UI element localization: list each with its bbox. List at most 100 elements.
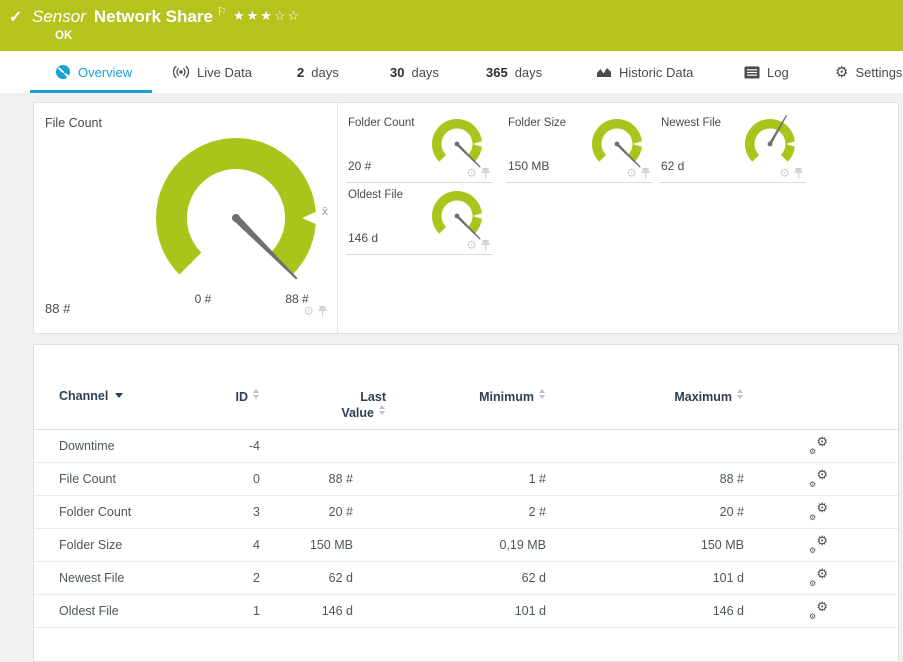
tab-label: days xyxy=(411,65,438,80)
sort-icon xyxy=(253,389,260,401)
gauge-title: File Count xyxy=(45,116,102,130)
maximum-value: 20 # xyxy=(644,496,744,529)
last-value: 62 d xyxy=(253,562,353,595)
sensor-status-text: OK xyxy=(55,30,72,42)
gauge-title: Newest File xyxy=(661,117,721,129)
tab-365-days[interactable]: 365 days xyxy=(486,59,542,85)
last-value: 146 d xyxy=(253,595,353,628)
tab-live-data[interactable]: Live Data xyxy=(172,59,252,85)
sensor-status-header: ✓ SensorNetwork Share⚐ ★★★☆☆ OK xyxy=(0,0,903,51)
tab-settings[interactable]: ⚙ Settings xyxy=(835,59,902,85)
channel-table-panel: Channel ID Last Value Minimum Maximum Do… xyxy=(33,344,899,662)
flag-icon[interactable]: ⚐ xyxy=(217,6,227,18)
channel-id: -4 xyxy=(160,430,260,463)
table-row[interactable]: Folder Size 4 150 MB 0,19 MB 150 MB ⚙⚙ xyxy=(34,529,898,562)
sensor-title-line: SensorNetwork Share⚐ xyxy=(32,5,227,27)
tab-bar: Overview Live Data 2 days 30 days 365 da… xyxy=(0,51,903,93)
channel-settings-icon[interactable]: ⚙⚙ xyxy=(808,503,828,522)
column-header-channel[interactable]: Channel xyxy=(59,389,123,403)
sensor-name: Network Share xyxy=(94,7,213,26)
minimum-value: 2 # xyxy=(446,496,546,529)
live-data-icon xyxy=(172,65,190,79)
tab-30-days[interactable]: 30 days xyxy=(390,59,439,85)
gauge-current-value: 146 d xyxy=(348,231,378,245)
channel-gear-icon[interactable]: ⚙ xyxy=(626,167,637,179)
table-row[interactable]: Oldest File 1 146 d 101 d 146 d ⚙⚙ xyxy=(34,595,898,628)
channel-gear-icon[interactable]: ⚙ xyxy=(466,167,477,179)
gauge-title: Folder Count xyxy=(348,117,414,129)
status-ok-check-icon: ✓ xyxy=(9,7,22,27)
tab-log[interactable]: Log xyxy=(744,59,789,85)
sort-descending-icon xyxy=(115,393,123,398)
gauge-current-value: 62 d xyxy=(661,159,684,173)
table-row[interactable]: Newest File 2 62 d 62 d 101 d ⚙⚙ xyxy=(34,562,898,595)
table-row[interactable]: Folder Count 3 20 # 2 # 20 # ⚙⚙ xyxy=(34,496,898,529)
tab-label: Live Data xyxy=(197,65,252,80)
folder-count-gauge xyxy=(429,117,485,173)
gauge-current-value: 20 # xyxy=(348,159,371,173)
channel-gear-icon[interactable]: ⚙ xyxy=(303,305,314,317)
gauges-section: File Count x̄ 0 # 88 # 88 # ⚙ Folder Cou… xyxy=(33,102,899,334)
channel-name: Newest File xyxy=(59,562,124,595)
channel-table-header: Channel ID Last Value Minimum Maximum xyxy=(34,345,898,430)
file-count-gauge xyxy=(144,126,334,306)
last-value: 20 # xyxy=(253,496,353,529)
folder-size-gauge-card: Folder Size 150 MB ⚙ xyxy=(506,113,653,183)
channel-gear-icon[interactable]: ⚙ xyxy=(466,239,477,251)
area-chart-icon xyxy=(596,65,612,79)
folder-size-gauge xyxy=(589,117,645,173)
table-row[interactable]: Downtime -4 ⚙⚙ xyxy=(34,430,898,463)
oldest-file-gauge-card: Oldest File 146 d ⚙ xyxy=(346,185,493,255)
minimum-value: 0,19 MB xyxy=(446,529,546,562)
tab-label: days xyxy=(515,65,542,80)
column-header-last-value[interactable]: Last Value xyxy=(330,389,386,421)
tab-label: Overview xyxy=(78,65,132,80)
pin-icon[interactable] xyxy=(481,240,490,251)
tab-overview[interactable]: Overview xyxy=(55,59,132,85)
gear-icon: ⚙ xyxy=(835,65,848,80)
newest-file-gauge xyxy=(742,117,798,173)
tab-historic-data[interactable]: Historic Data xyxy=(596,59,693,85)
tab-2-days[interactable]: 2 days xyxy=(297,59,339,85)
channel-settings-icon[interactable]: ⚙⚙ xyxy=(808,437,828,456)
sort-icon xyxy=(737,389,744,401)
channel-name: Folder Size xyxy=(59,529,122,562)
channel-settings-icon[interactable]: ⚙⚙ xyxy=(808,536,828,555)
channel-id: 0 xyxy=(160,463,260,496)
channel-name: Downtime xyxy=(59,430,115,463)
channel-settings-icon[interactable]: ⚙⚙ xyxy=(808,569,828,588)
tab-label: Historic Data xyxy=(619,65,693,80)
channel-settings-icon[interactable]: ⚙⚙ xyxy=(808,602,828,621)
pin-icon[interactable] xyxy=(794,168,803,179)
channel-id: 4 xyxy=(160,529,260,562)
gauge-min-label: 0 # xyxy=(183,292,223,306)
column-header-id[interactable]: ID xyxy=(160,389,260,404)
gauge-current-value: 150 MB xyxy=(508,159,549,173)
pin-icon[interactable] xyxy=(641,168,650,179)
column-header-minimum[interactable]: Minimum xyxy=(446,389,546,404)
pin-icon[interactable] xyxy=(318,306,327,317)
tab-number: 30 xyxy=(390,65,404,80)
tab-label: Settings xyxy=(855,65,902,80)
average-marker-label: x̄ xyxy=(322,204,328,218)
maximum-value: 101 d xyxy=(644,562,744,595)
minimum-value: 1 # xyxy=(446,463,546,496)
table-row[interactable]: File Count 0 88 # 1 # 88 # ⚙⚙ xyxy=(34,463,898,496)
column-header-maximum[interactable]: Maximum xyxy=(644,389,744,404)
maximum-value: 146 d xyxy=(644,595,744,628)
channel-id: 2 xyxy=(160,562,260,595)
gauge-title: Folder Size xyxy=(508,117,566,129)
minimum-value: 101 d xyxy=(446,595,546,628)
channel-name: Folder Count xyxy=(59,496,131,529)
pin-icon[interactable] xyxy=(481,168,490,179)
channel-settings-icon[interactable]: ⚙⚙ xyxy=(808,470,828,489)
minimum-value: 62 d xyxy=(446,562,546,595)
channel-gear-icon[interactable]: ⚙ xyxy=(779,167,790,179)
priority-stars[interactable]: ★★★☆☆ xyxy=(233,8,301,24)
active-tab-underline xyxy=(30,90,152,93)
maximum-value: 150 MB xyxy=(644,529,744,562)
gauge-current-value: 88 # xyxy=(45,301,70,316)
channel-name: File Count xyxy=(59,463,116,496)
log-icon xyxy=(744,66,760,79)
channel-id: 3 xyxy=(160,496,260,529)
